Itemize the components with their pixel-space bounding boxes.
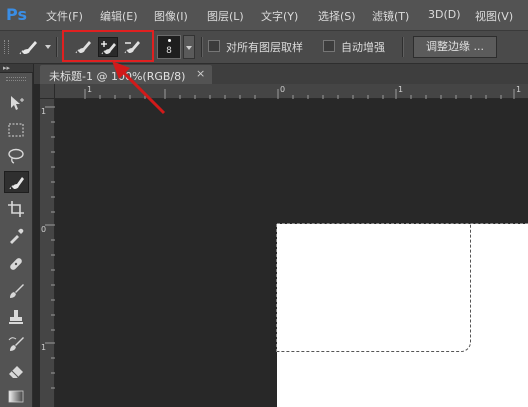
quick-selection-tool[interactable]: [4, 171, 29, 193]
collapse-icon[interactable]: ▸▸: [3, 64, 10, 72]
close-icon[interactable]: ×: [196, 67, 205, 80]
auto-enhance-label: 自动增强: [341, 41, 385, 54]
horizontal-ruler[interactable]: 1 0 1 1: [40, 84, 528, 99]
menu-bar: Ps 文件(F) 编辑(E) 图像(I) 图层(L) 文字(Y) 选择(S) 滤…: [0, 0, 528, 31]
lasso-icon: [8, 148, 24, 164]
toolbar-grip[interactable]: [6, 77, 26, 81]
brush-tool[interactable]: [4, 280, 29, 302]
move-icon: [11, 96, 24, 110]
photoshop-window: Ps 文件(F) 编辑(E) 图像(I) 图层(L) 文字(Y) 选择(S) 滤…: [0, 0, 528, 407]
clone-stamp-tool[interactable]: [4, 306, 29, 328]
crop-icon: [8, 201, 24, 217]
ruler-label: 1: [398, 85, 404, 94]
refine-edge-button[interactable]: 调整边缘 ...: [413, 36, 497, 58]
menu-select[interactable]: 选择(S): [318, 8, 356, 24]
eyedropper-tool[interactable]: [4, 225, 29, 247]
healing-brush-tool[interactable]: [4, 253, 29, 275]
selection-marquee: [277, 224, 471, 352]
brush-picker-dropdown[interactable]: [183, 35, 195, 59]
menu-filter[interactable]: 滤镜(T): [372, 8, 409, 24]
eyedropper-icon: [10, 228, 24, 244]
vertical-ruler[interactable]: 1 0 1: [40, 99, 55, 407]
ruler-label: 1: [41, 343, 47, 352]
document-tab-title: 未标题-1 @ 100%(RGB/8): [49, 70, 186, 83]
menu-file[interactable]: 文件(F): [46, 8, 83, 24]
auto-enhance-checkbox[interactable]: [323, 40, 335, 52]
tool-preset-picker[interactable]: [18, 37, 40, 57]
eraser-tool[interactable]: [4, 360, 29, 382]
brush-picker[interactable]: 8: [157, 35, 181, 59]
bandage-icon: [10, 258, 22, 270]
ruler-label: 1: [87, 85, 93, 94]
divider: [56, 37, 58, 57]
gradient-tool[interactable]: [4, 385, 29, 407]
ruler-label: 0: [280, 85, 286, 94]
menu-type[interactable]: 文字(Y): [261, 8, 298, 24]
sample-all-layers-label: 对所有图层取样: [226, 41, 303, 54]
menu-view[interactable]: 视图(V): [475, 8, 513, 24]
menu-edit[interactable]: 编辑(E): [100, 8, 138, 24]
menu-layer[interactable]: 图层(L): [207, 8, 244, 24]
ruler-label: 1: [41, 107, 47, 116]
quick-selection-icon: [9, 177, 24, 190]
history-brush-tool[interactable]: [4, 333, 29, 355]
stamp-icon: [9, 310, 23, 324]
chevron-down-icon: [186, 46, 192, 50]
brush-size-value: 8: [166, 46, 172, 56]
brush-tip-icon: [168, 39, 171, 42]
marquee-tool[interactable]: [4, 119, 29, 141]
move-tool[interactable]: [4, 92, 29, 114]
selection-mode-highlight: [62, 30, 154, 62]
menu-image[interactable]: 图像(I): [154, 8, 188, 24]
paintbrush-icon: [10, 284, 24, 298]
ruler-label: 0: [41, 225, 47, 234]
quick-selection-brush-icon: [19, 41, 37, 55]
ruler-label: 1: [516, 85, 522, 94]
rectangular-marquee-icon: [8, 123, 24, 137]
document-tab[interactable]: 未标题-1 @ 100%(RGB/8) ×: [40, 65, 212, 84]
divider: [201, 37, 203, 57]
menu-3d[interactable]: 3D(D): [428, 8, 461, 21]
ruler-origin[interactable]: [40, 84, 55, 99]
eraser-icon: [9, 366, 23, 378]
photoshop-logo: Ps: [6, 5, 27, 24]
crop-tool[interactable]: [4, 198, 29, 220]
lasso-tool[interactable]: [4, 145, 29, 167]
divider: [402, 37, 404, 57]
gradient-icon: [8, 390, 24, 403]
history-brush-icon: [8, 337, 24, 351]
ruler-ticks: [45, 106, 55, 389]
sample-all-layers-checkbox[interactable]: [208, 40, 220, 52]
options-bar-grip[interactable]: [4, 40, 9, 54]
chevron-down-icon[interactable]: [45, 45, 51, 49]
